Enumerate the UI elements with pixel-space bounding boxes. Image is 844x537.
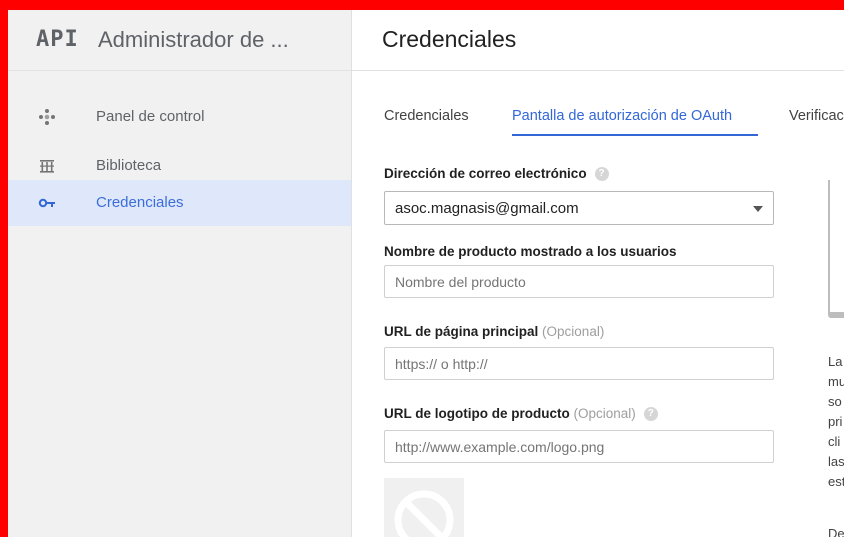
- sidebar-header: API Administrador de ...: [8, 10, 351, 71]
- device-preview: [828, 180, 844, 318]
- logo-url-input[interactable]: [384, 430, 774, 463]
- sidebar-item-credenciales[interactable]: Credenciales: [8, 180, 351, 226]
- email-select[interactable]: asoc.magnasis@gmail.com: [384, 191, 774, 225]
- side-text-line: cli: [828, 434, 841, 449]
- tab-pantalla-oauth[interactable]: Pantalla de autorización de OAuth: [512, 108, 732, 124]
- side-text-line: La: [828, 354, 843, 369]
- side-text-line: so: [828, 394, 842, 409]
- tab-verificacion[interactable]: Verificac: [789, 108, 844, 124]
- sidebar-item-label: Panel de control: [96, 108, 205, 125]
- optional-tag: (Opcional): [573, 406, 636, 421]
- side-text-line: De: [828, 526, 844, 537]
- api-logo[interactable]: API: [36, 27, 79, 52]
- sidebar-item-label: Biblioteca: [96, 157, 162, 174]
- side-text-line: pri: [828, 414, 843, 429]
- no-image-icon: [394, 490, 454, 537]
- side-text-line: mu: [828, 374, 844, 389]
- help-icon[interactable]: ?: [643, 407, 658, 422]
- tab-credenciales[interactable]: Credenciales: [384, 108, 469, 124]
- homepage-url-label: URL de página principal (Opcional): [384, 324, 605, 339]
- email-label: Dirección de correo electrónico?: [384, 166, 609, 182]
- screenshot-frame: API Administrador de ... Panel de contro…: [0, 0, 844, 537]
- help-icon[interactable]: ?: [594, 167, 609, 182]
- logo-url-label: URL de logotipo de producto (Opcional)?: [384, 406, 658, 422]
- product-name-label: Nombre de producto mostrado a los usuari…: [384, 244, 677, 259]
- app-title[interactable]: Administrador de ...: [98, 27, 289, 53]
- library-icon: [38, 157, 56, 175]
- homepage-url-input[interactable]: [384, 347, 774, 380]
- preview-panel: La mu so pri cli las est De: [828, 160, 844, 537]
- side-text-line: las: [828, 454, 844, 469]
- main-header: Credenciales: [352, 10, 844, 71]
- optional-tag: (Opcional): [542, 324, 605, 339]
- sidebar-item-label: Credenciales: [96, 194, 184, 211]
- sidebar-item-panel-de-control[interactable]: Panel de control: [8, 94, 351, 140]
- active-tab-indicator: [512, 134, 758, 136]
- page-title: Credenciales: [382, 26, 517, 52]
- side-text-line: est: [828, 474, 844, 489]
- dashboard-icon: [38, 108, 56, 126]
- key-icon: [38, 194, 56, 212]
- email-select-value: asoc.magnasis@gmail.com: [395, 200, 579, 217]
- tab-bar: Credenciales Pantalla de autorización de…: [352, 100, 844, 136]
- sidebar: API Administrador de ... Panel de contro…: [8, 10, 351, 537]
- product-name-input[interactable]: [384, 265, 774, 298]
- logo-placeholder: [384, 478, 464, 537]
- chevron-down-icon: [753, 206, 763, 212]
- main-content: Credenciales Credenciales Pantalla de au…: [352, 10, 844, 537]
